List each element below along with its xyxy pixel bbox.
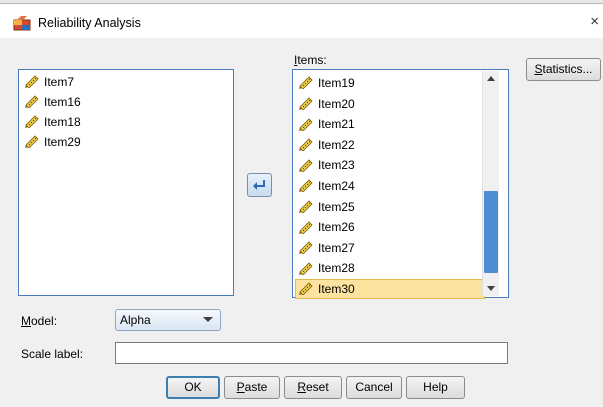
scroll-up-icon <box>487 76 495 81</box>
paste-button[interactable]: Paste <box>224 376 280 399</box>
list-item[interactable]: Item30 <box>295 279 485 299</box>
list-item[interactable]: Item16 <box>25 92 81 112</box>
list-item[interactable]: Item18 <box>25 112 81 132</box>
ruler-scale-icon <box>25 135 39 149</box>
ruler-scale-icon <box>299 97 313 111</box>
list-item-label: Item18 <box>44 115 81 129</box>
help-button[interactable]: Help <box>406 376 465 399</box>
scroll-up-button[interactable] <box>483 71 499 87</box>
list-item-label: Item22 <box>318 137 355 152</box>
ruler-scale-icon <box>299 200 313 214</box>
model-dropdown[interactable]: Alpha <box>115 309 221 331</box>
list-item-label: Item16 <box>44 95 81 109</box>
list-item[interactable]: Item29 <box>25 132 81 152</box>
list-item[interactable]: Item19 <box>299 73 355 93</box>
list-item-label: Item30 <box>318 282 355 296</box>
scroll-track[interactable] <box>487 89 495 189</box>
statistics-button[interactable]: Statistics... <box>526 58 601 81</box>
scale-label-label: Scale label: <box>21 347 84 361</box>
spss-scale-icon <box>13 16 31 31</box>
source-variable-list[interactable]: Item7 Item16 Item18 Item29 <box>18 69 234 296</box>
list-item[interactable]: Item22 <box>299 135 355 155</box>
ruler-scale-icon <box>299 138 313 152</box>
title-bar: Reliability Analysis × <box>0 4 603 38</box>
list-item-label: Item20 <box>318 96 355 111</box>
list-item[interactable]: Item26 <box>299 217 355 237</box>
move-items-button[interactable] <box>247 173 272 197</box>
list-item[interactable]: Item24 <box>299 176 355 196</box>
list-item[interactable]: Item21 <box>299 114 355 134</box>
ok-button[interactable]: OK <box>166 376 220 399</box>
list-item-label: Item24 <box>318 179 355 193</box>
ruler-scale-icon <box>299 76 313 90</box>
list-item[interactable]: Item23 <box>299 155 355 175</box>
list-item-label: Item7 <box>44 75 75 89</box>
move-left-arrow-icon <box>253 180 265 190</box>
ruler-scale-icon <box>299 117 313 132</box>
scroll-thumb[interactable] <box>484 191 498 273</box>
list-item[interactable]: Item7 <box>25 72 74 92</box>
items-label: Items: <box>294 53 327 67</box>
cancel-button[interactable]: Cancel <box>346 376 402 399</box>
list-item[interactable]: Item27 <box>299 238 355 258</box>
list-item[interactable]: Item25 <box>299 197 355 217</box>
ruler-scale-icon <box>299 241 313 255</box>
ruler-scale-icon <box>299 220 313 235</box>
list-item-label: Item28 <box>318 261 355 276</box>
reset-button[interactable]: Reset <box>284 376 342 399</box>
list-item-label: Item29 <box>44 135 81 149</box>
scroll-down-icon <box>487 286 495 291</box>
model-value: Alpha <box>120 313 151 327</box>
ruler-scale-icon <box>25 75 39 89</box>
list-item[interactable]: Item28 <box>299 258 355 278</box>
ruler-scale-icon <box>299 282 313 296</box>
list-item-label: Item27 <box>318 240 355 255</box>
dialog-client: Item7 Item16 Item18 Item29 Items: Item19 Ite… <box>0 38 603 407</box>
items-list[interactable]: Item19 Item20 Item21 Item22 Item23 Item24 Item… <box>292 69 509 299</box>
close-icon[interactable]: × <box>590 13 599 30</box>
list-item-label: Item23 <box>318 158 355 173</box>
scroll-down-button[interactable] <box>483 280 499 296</box>
window-title: Reliability Analysis <box>38 16 141 30</box>
list-item-label: Item26 <box>318 220 355 235</box>
list-item[interactable]: Item20 <box>299 94 355 114</box>
list-item-label: Item21 <box>318 117 355 132</box>
chevron-down-icon <box>203 317 213 322</box>
scale-label-input[interactable] <box>115 342 508 364</box>
ruler-scale-icon <box>25 95 39 109</box>
items-scrollbar[interactable] <box>482 71 499 296</box>
ruler-scale-icon <box>25 115 39 129</box>
ruler-scale-icon <box>299 262 313 276</box>
ruler-scale-icon <box>299 179 313 193</box>
model-label: Model: <box>21 314 58 328</box>
list-item-label: Item25 <box>318 199 355 214</box>
ruler-scale-icon <box>299 159 313 173</box>
list-item-label: Item19 <box>318 76 355 90</box>
